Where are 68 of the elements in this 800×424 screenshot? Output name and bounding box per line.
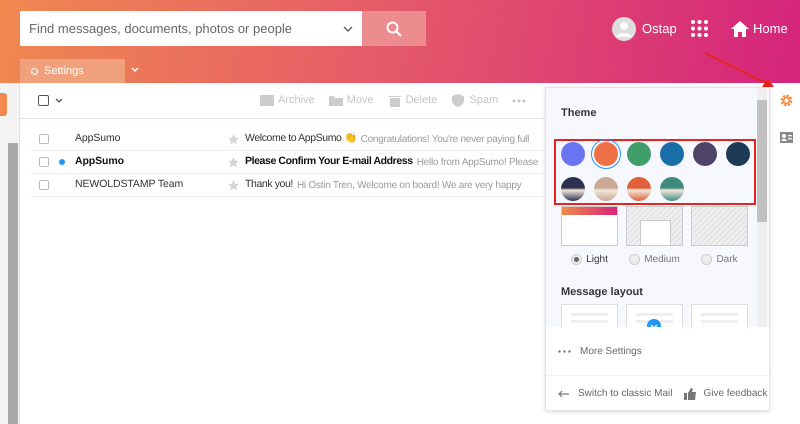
panel-scrollbar[interactable] bbox=[757, 88, 767, 327]
message-preview: Hello from AppSumo! Please bbox=[416, 156, 538, 170]
move-icon bbox=[328, 94, 343, 107]
contact-card-icon[interactable] bbox=[780, 132, 793, 143]
message-subject: Thank you! bbox=[245, 177, 293, 192]
section-title: Message layout bbox=[561, 285, 643, 300]
message-preview: Congratulations! You're never paying full bbox=[360, 132, 530, 146]
settings-icon[interactable] bbox=[779, 93, 794, 108]
arrow-left-icon bbox=[558, 390, 569, 398]
archive-icon bbox=[260, 94, 274, 107]
classic-mail-link[interactable]: Switch to classic Mail bbox=[558, 386, 672, 401]
theme-swatch[interactable] bbox=[660, 142, 684, 166]
apps-grid-icon[interactable] bbox=[691, 20, 708, 37]
search-button[interactable] bbox=[362, 11, 426, 46]
home-icon[interactable] bbox=[731, 20, 749, 38]
theme-swatch[interactable] bbox=[561, 142, 585, 166]
radio-button[interactable] bbox=[571, 254, 582, 265]
radio-label[interactable]: Dark bbox=[716, 252, 738, 267]
section-title: Theme bbox=[561, 106, 596, 121]
chevron-down-icon[interactable] bbox=[55, 98, 63, 103]
avatar-icon[interactable] bbox=[612, 17, 636, 41]
search-icon bbox=[386, 20, 402, 36]
theme-swatch[interactable] bbox=[627, 142, 651, 166]
message-row[interactable]: NEWOLDSTAMP Team Thank you! Hi Ostin Tren, Welcome on board! We are very happy bbox=[31, 174, 545, 197]
theme-swatch[interactable] bbox=[660, 177, 684, 201]
message-row[interactable]: AppSumo Welcome to AppSumo 👏 Congratulations! You're never paying full bbox=[31, 128, 545, 151]
medium-mode-preview[interactable] bbox=[626, 206, 683, 246]
search-field[interactable]: Find messages, documents, photos or people bbox=[20, 11, 362, 46]
sender-name: NEWOLDSTAMP Team bbox=[75, 177, 184, 192]
annotation-arrow bbox=[704, 52, 774, 88]
radio-label[interactable]: Light bbox=[586, 252, 608, 267]
message-subject: Please Confirm Your E-mail Address bbox=[245, 154, 413, 170]
star-icon[interactable] bbox=[228, 134, 239, 144]
theme-swatch[interactable] bbox=[594, 142, 618, 166]
radio-button[interactable] bbox=[701, 254, 712, 265]
radio-label[interactable]: Medium bbox=[644, 252, 680, 267]
star-icon[interactable] bbox=[228, 156, 239, 168]
sender-name: AppSumo bbox=[75, 131, 122, 146]
scrollbar[interactable] bbox=[8, 143, 18, 424]
more-icon bbox=[558, 350, 571, 352]
radio-button[interactable] bbox=[629, 254, 640, 265]
more-icon[interactable] bbox=[512, 98, 526, 102]
light-mode-preview[interactable] bbox=[561, 206, 618, 246]
message-checkbox[interactable] bbox=[39, 134, 49, 144]
theme-swatch[interactable] bbox=[561, 177, 585, 201]
theme-swatch[interactable] bbox=[627, 177, 651, 201]
message-checkbox[interactable] bbox=[39, 180, 49, 190]
message-preview: Hi Ostin Tren, Welcome on board! We are very happy bbox=[296, 178, 522, 192]
message-subject: Welcome to AppSumo 👏 bbox=[245, 131, 357, 146]
theme-swatch[interactable] bbox=[726, 142, 750, 166]
chevron-down-icon[interactable] bbox=[343, 26, 353, 32]
thumbs-up-icon bbox=[684, 388, 698, 400]
home-link[interactable]: Home bbox=[753, 19, 788, 38]
user-name[interactable]: Ostap bbox=[642, 19, 677, 39]
sender-name: AppSumo bbox=[75, 154, 125, 170]
select-all-checkbox[interactable] bbox=[38, 95, 49, 106]
message-row[interactable]: AppSumo Please Confirm Your E-mail Address Hello from AppSumo! Please bbox=[31, 151, 545, 174]
feedback-link[interactable]: Give feedback bbox=[684, 386, 768, 401]
star-icon[interactable] bbox=[228, 180, 239, 190]
theme-swatch[interactable] bbox=[594, 177, 618, 201]
more-settings-link[interactable]: More Settings bbox=[546, 327, 769, 376]
gear-icon bbox=[30, 66, 39, 76]
delete-icon bbox=[388, 94, 402, 107]
theme-swatch[interactable] bbox=[693, 142, 717, 166]
message-checkbox[interactable] bbox=[39, 157, 49, 167]
spam-icon bbox=[451, 94, 466, 107]
folder-tab[interactable] bbox=[0, 93, 7, 116]
layout-preview[interactable] bbox=[626, 304, 683, 327]
